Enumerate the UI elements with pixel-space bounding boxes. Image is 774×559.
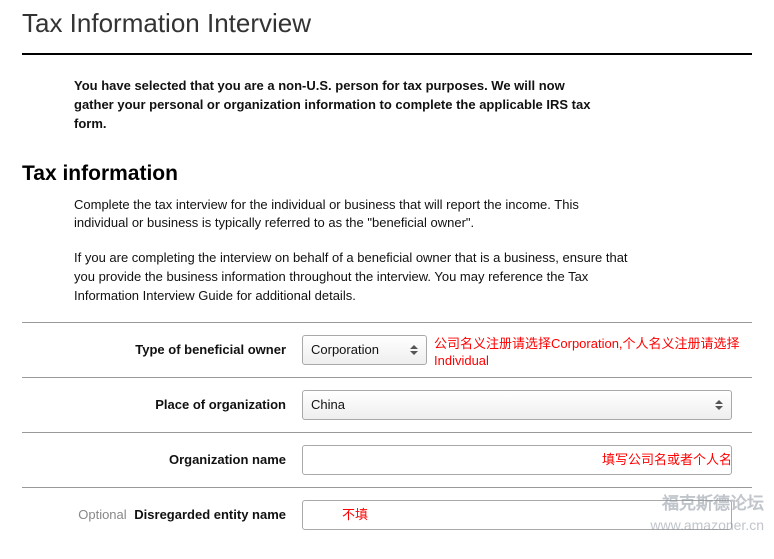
annotation-type: 公司名义注册请选择Corporation,个人名义注册请选择Individual <box>434 335 774 370</box>
divider <box>22 53 752 55</box>
disregarded-input[interactable] <box>302 500 732 530</box>
type-label: Type of beneficial owner <box>22 342 302 357</box>
org-label: Organization name <box>22 452 302 467</box>
org-name-input[interactable] <box>302 445 732 475</box>
type-select-value: Corporation <box>311 342 379 357</box>
intro-text: You have selected that you are a non-U.S… <box>74 77 594 134</box>
section-heading: Tax information <box>22 162 752 186</box>
section-p2: If you are completing the interview on b… <box>74 249 634 306</box>
place-label: Place of organization <box>22 397 302 412</box>
place-select-value: China <box>311 397 345 412</box>
disregarded-label-wrap: Optional Disregarded entity name <box>22 507 302 522</box>
chevron-updown-icon <box>713 398 725 412</box>
section-body: Complete the tax interview for the indiv… <box>74 196 634 306</box>
optional-tag: Optional <box>78 507 126 522</box>
page-title: Tax Information Interview <box>22 8 752 39</box>
section-p1: Complete the tax interview for the indiv… <box>74 196 634 234</box>
chevron-updown-icon <box>408 343 420 357</box>
type-select[interactable]: Corporation <box>302 335 427 365</box>
place-select[interactable]: China <box>302 390 732 420</box>
disregarded-label: Disregarded entity name <box>134 507 286 522</box>
